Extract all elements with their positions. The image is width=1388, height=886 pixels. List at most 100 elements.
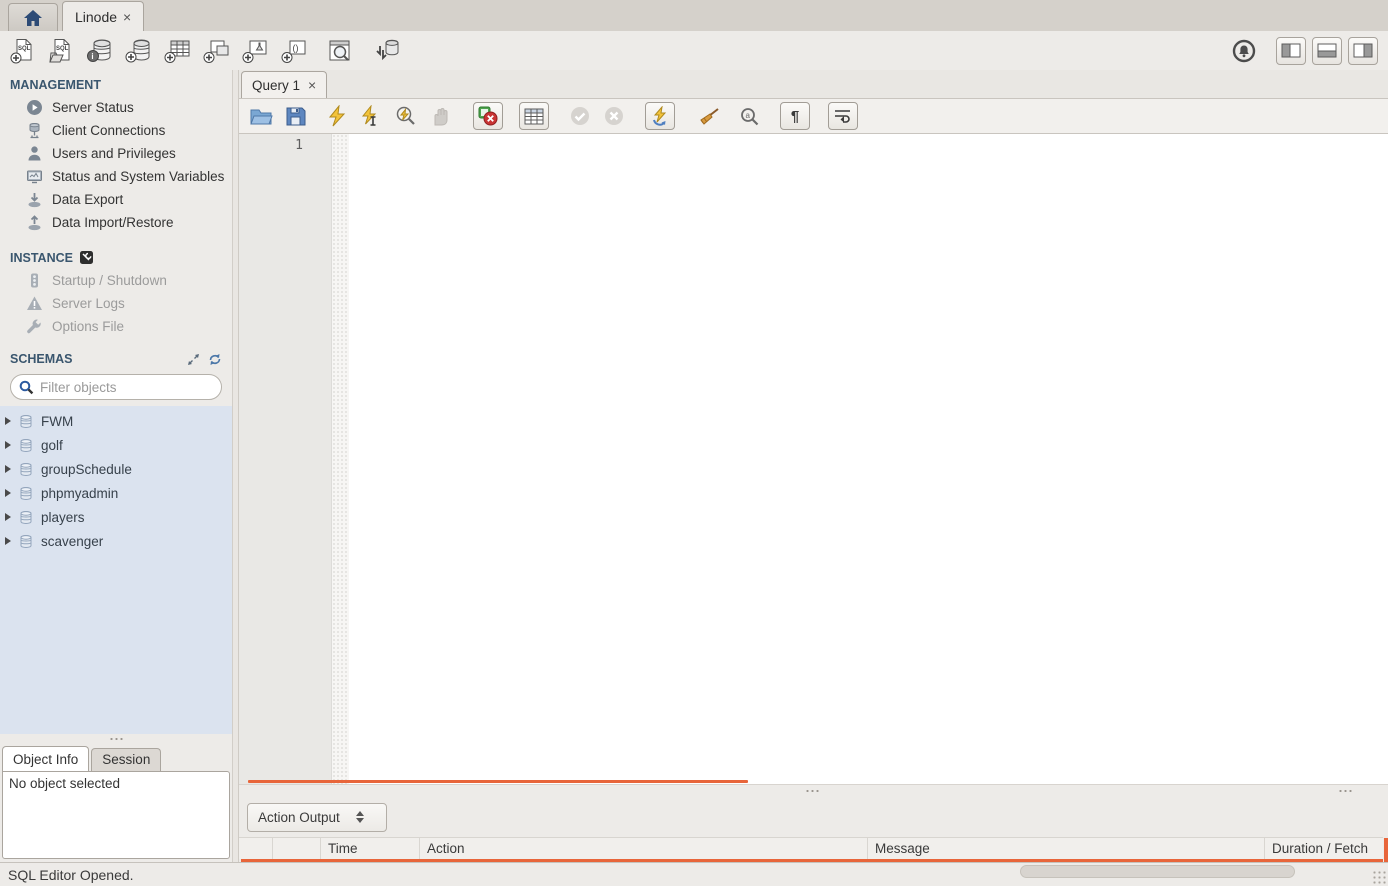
rollback-icon	[603, 105, 625, 127]
toggle-autocommit-button[interactable]	[645, 102, 675, 130]
column-index[interactable]	[273, 838, 321, 859]
schema-item-scavenger[interactable]: scavenger	[0, 529, 232, 553]
schema-icon	[18, 510, 34, 525]
client-connections-icon	[26, 122, 43, 139]
inspect-database-icon[interactable]: i	[86, 38, 114, 64]
code-fold-margin	[332, 134, 349, 784]
schema-name: golf	[41, 438, 63, 453]
status-message: SQL Editor Opened.	[8, 867, 134, 883]
expander-icon[interactable]	[5, 489, 11, 497]
home-icon	[22, 8, 44, 28]
sql-editor[interactable]: 1	[239, 134, 1388, 784]
content-area: MANAGEMENT Server Status Client Connecti…	[0, 70, 1388, 862]
open-sql-script-icon[interactable]: SQL	[48, 38, 75, 64]
sidebar-item-data-import[interactable]: Data Import/Restore	[0, 211, 232, 234]
schema-item-groupschedule[interactable]: groupSchedule	[0, 457, 232, 481]
sidebar-item-label: Data Import/Restore	[52, 215, 174, 230]
create-table-icon[interactable]	[164, 38, 192, 64]
data-transfer-icon[interactable]	[371, 38, 399, 64]
column-label: Action	[427, 841, 465, 856]
expander-icon[interactable]	[5, 465, 11, 473]
create-stored-procedure-icon[interactable]	[242, 38, 270, 64]
schema-filter-input[interactable]	[40, 380, 190, 395]
close-icon[interactable]: ×	[123, 9, 131, 25]
sidebar-splitter[interactable]	[0, 734, 232, 744]
output-vertical-scrollbar[interactable]	[1384, 838, 1388, 862]
schema-icon	[18, 438, 34, 453]
notifications-icon[interactable]	[1232, 39, 1256, 63]
tab-session[interactable]: Session	[91, 748, 161, 771]
output-panel: Action Output Time Action Message Durati…	[239, 797, 1388, 862]
column-time[interactable]: Time	[321, 838, 420, 859]
editor-output-splitter[interactable]	[239, 784, 1388, 797]
toggle-left-sidebar-button[interactable]	[1276, 37, 1306, 65]
tab-object-info[interactable]: Object Info	[2, 746, 89, 771]
stop-query-icon	[429, 105, 451, 127]
expander-icon[interactable]	[5, 441, 11, 449]
expand-panel-icon[interactable]	[187, 353, 200, 366]
schema-icon	[18, 534, 34, 549]
sidebar-item-status-system-variables[interactable]: Status and System Variables	[0, 165, 232, 188]
schema-item-phpmyadmin[interactable]: phpmyadmin	[0, 481, 232, 505]
new-sql-tab-icon[interactable]: SQL	[10, 38, 37, 64]
sidebar-item-client-connections[interactable]: Client Connections	[0, 119, 232, 142]
toggle-stop-on-error-button[interactable]	[473, 102, 503, 130]
window-tab-bar: Linode ×	[0, 0, 1388, 31]
create-schema-icon[interactable]	[125, 38, 153, 64]
execute-query-icon[interactable]	[326, 105, 348, 127]
column-message[interactable]: Message	[868, 838, 1265, 859]
resize-grip-icon[interactable]	[1372, 870, 1386, 884]
toggle-output-area-button[interactable]	[1312, 37, 1342, 65]
column-action[interactable]: Action	[420, 838, 868, 859]
schema-item-players[interactable]: players	[0, 505, 232, 529]
save-icon[interactable]	[285, 106, 306, 127]
output-view-select[interactable]: Action Output	[247, 803, 387, 832]
column-status-icon[interactable]	[239, 838, 273, 859]
find-icon[interactable]: a	[739, 106, 760, 127]
schema-item-fwm[interactable]: FWM	[0, 409, 232, 433]
line-number: 1	[295, 138, 303, 153]
wrench-badge-icon	[79, 250, 94, 265]
home-tab[interactable]	[8, 3, 58, 31]
toggle-right-sidebar-button[interactable]	[1348, 37, 1378, 65]
create-view-icon[interactable]	[203, 38, 231, 64]
open-file-icon[interactable]	[249, 106, 273, 126]
editor-pane: Query 1 ×	[239, 70, 1388, 862]
toggle-limit-rows-button[interactable]	[519, 102, 549, 130]
refresh-schemas-icon[interactable]	[208, 353, 222, 366]
schema-filter-box[interactable]	[10, 374, 222, 400]
scrollbar-thumb[interactable]	[1020, 865, 1295, 878]
expander-icon[interactable]	[5, 513, 11, 521]
sidebar-item-data-export[interactable]: Data Export	[0, 188, 232, 211]
connection-tab[interactable]: Linode ×	[62, 1, 144, 31]
close-icon[interactable]: ×	[308, 77, 316, 93]
sidebar-item-label: Server Status	[52, 100, 134, 115]
sidebar-item-users-privileges[interactable]: Users and Privileges	[0, 142, 232, 165]
sidebar-main-splitter[interactable]	[232, 70, 239, 862]
schema-name: scavenger	[41, 534, 103, 549]
explain-plan-icon[interactable]	[394, 105, 417, 127]
beautify-sql-icon[interactable]	[697, 106, 721, 126]
execute-statement-icon[interactable]	[360, 105, 382, 127]
editor-horizontal-scrollbar[interactable]	[248, 780, 748, 783]
column-duration-fetch[interactable]: Duration / Fetch	[1265, 838, 1383, 859]
schema-icon	[18, 486, 34, 501]
search-table-data-icon[interactable]	[326, 38, 354, 64]
create-function-icon[interactable]: ()	[281, 38, 309, 64]
object-info-panel: No object selected	[2, 771, 230, 859]
expander-icon[interactable]	[5, 417, 11, 425]
sidebar-item-startup-shutdown[interactable]: Startup / Shutdown	[0, 269, 232, 292]
expander-icon[interactable]	[5, 537, 11, 545]
toggle-invisible-chars-button[interactable]: ¶	[780, 102, 810, 130]
schema-item-golf[interactable]: golf	[0, 433, 232, 457]
svg-text:SQL: SQL	[56, 46, 69, 52]
tab-query-1[interactable]: Query 1 ×	[241, 71, 327, 98]
column-label: Message	[875, 841, 930, 856]
instance-section-header: INSTANCE	[0, 234, 232, 269]
pilcrow-icon: ¶	[791, 108, 799, 125]
toggle-word-wrap-button[interactable]	[828, 102, 858, 130]
editor-text-area[interactable]	[349, 134, 1388, 784]
sidebar-item-server-status[interactable]: Server Status	[0, 96, 232, 119]
sidebar-item-server-logs[interactable]: Server Logs	[0, 292, 232, 315]
sidebar-item-options-file[interactable]: Options File	[0, 315, 232, 338]
